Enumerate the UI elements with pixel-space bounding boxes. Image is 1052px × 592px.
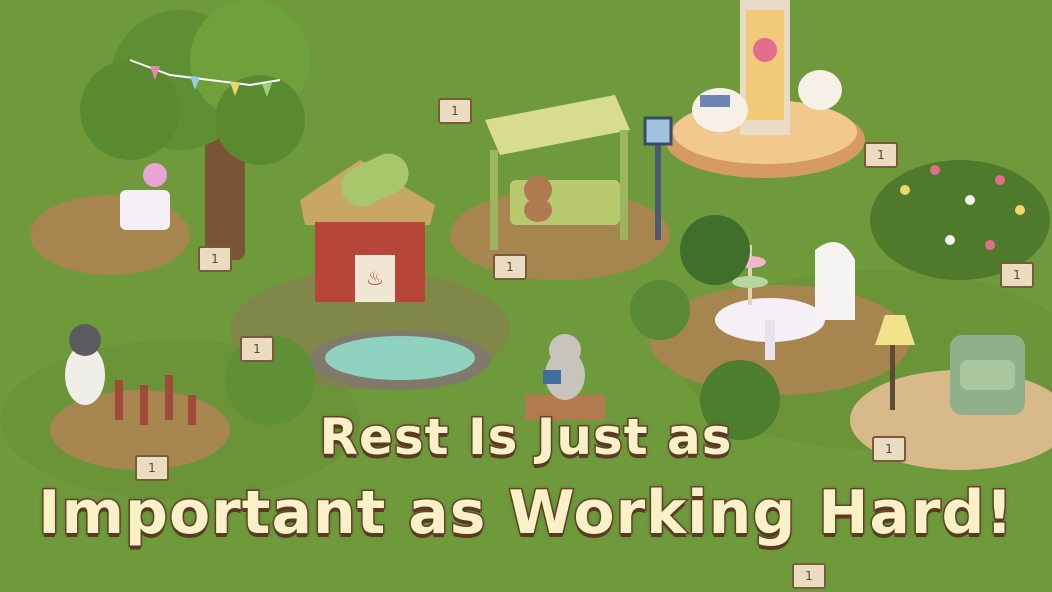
- headline-line-1: Rest Is Just as: [318, 407, 733, 468]
- level-sign[interactable]: 1: [240, 336, 274, 362]
- game-scene: ♨ 1 1 1 1 1 1 1 1 1 Rest Is Just as Impo…: [0, 0, 1052, 592]
- level-sign[interactable]: 1: [438, 98, 472, 124]
- level-sign[interactable]: 1: [792, 563, 826, 589]
- hot-spring-pond: [310, 330, 490, 390]
- level-sign[interactable]: 1: [1000, 262, 1034, 288]
- level-sign[interactable]: 1: [198, 246, 232, 272]
- armchair[interactable]: [950, 335, 1025, 415]
- svg-text:♨: ♨: [366, 266, 384, 290]
- dog-sitting[interactable]: [65, 324, 105, 405]
- bush-2: [630, 280, 690, 340]
- headline-line-2: Important as Working Hard!: [37, 477, 1015, 550]
- level-sign[interactable]: 1: [864, 142, 898, 168]
- level-sign[interactable]: 1: [493, 254, 527, 280]
- bush-1: [680, 215, 750, 285]
